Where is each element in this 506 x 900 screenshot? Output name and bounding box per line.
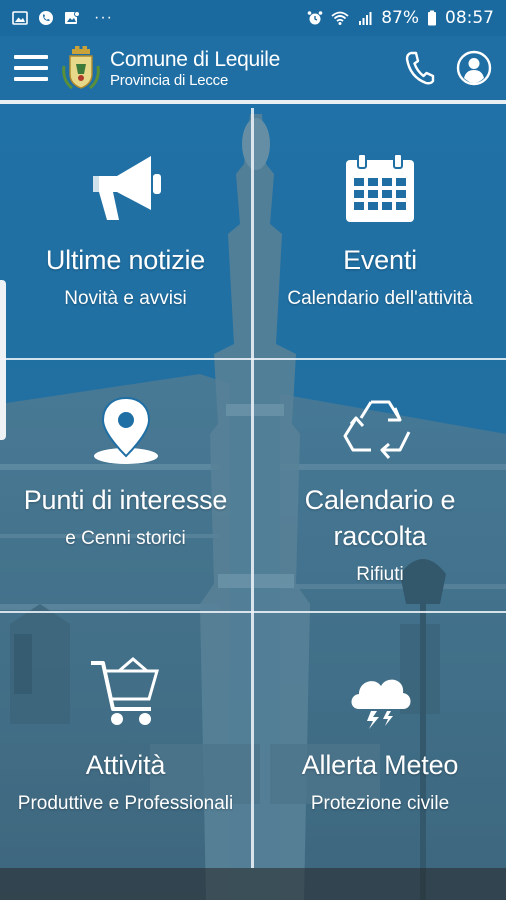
tile-calendario-raccolta[interactable]: Calendario e raccolta Rifiuti xyxy=(254,390,506,586)
tile-attivita[interactable]: Attività Produttive e Professionali xyxy=(0,653,251,815)
tile-subtitle: Protezione civile xyxy=(310,793,450,814)
tile-allerta-meteo[interactable]: Allerta Meteo Protezione civile xyxy=(254,653,506,815)
hamburger-icon-bar xyxy=(14,55,48,59)
signal-icon xyxy=(359,12,372,25)
menu-button[interactable] xyxy=(14,55,48,81)
tile-icon-wrap xyxy=(91,390,161,466)
gallery-icon xyxy=(12,11,28,25)
clock: 08:57 xyxy=(445,8,494,28)
map-pin-icon xyxy=(93,396,158,464)
appbar-actions xyxy=(402,50,492,86)
tile-eventi[interactable]: Eventi Calendario dell'attività xyxy=(254,148,506,310)
menu-grid: Ultime notizie Novità e avvisi Eventi Ca… xyxy=(0,108,506,868)
recycle-icon xyxy=(343,400,411,459)
app-subtitle: Provincia di Lecce xyxy=(110,71,229,89)
tile-title: Eventi xyxy=(343,245,417,275)
municipal-crest-logo xyxy=(62,46,100,90)
megaphone-icon xyxy=(92,156,161,220)
tile-icon-wrap xyxy=(344,148,416,224)
hamburger-icon-bar xyxy=(14,77,48,81)
tile-title: Attività xyxy=(85,750,166,780)
tile-subtitle: e Cenni storici xyxy=(65,528,186,549)
storm-cloud-icon xyxy=(351,679,411,729)
status-left: ··· xyxy=(12,9,113,27)
grid-divider xyxy=(0,611,506,613)
user-icon xyxy=(456,50,492,86)
profile-button[interactable] xyxy=(456,50,492,86)
bottom-strip xyxy=(0,868,506,900)
tile-title: Allerta Meteo xyxy=(301,750,459,780)
tile-subtitle: Produttive e Professionali xyxy=(17,793,234,814)
app-bar: Comune di Lequile Provincia di Lecce xyxy=(0,36,506,100)
status-right: 87% 08:57 xyxy=(307,8,494,28)
calendar-icon xyxy=(346,153,414,222)
battery-icon xyxy=(428,10,436,26)
tile-title: Ultime notizie xyxy=(45,245,206,275)
phone-status-icon xyxy=(39,11,53,25)
header-titles: Comune di Lequile Provincia di Lecce xyxy=(110,49,280,88)
more-notifications: ··· xyxy=(94,9,113,26)
hamburger-icon-bar xyxy=(14,66,48,70)
tile-icon-wrap xyxy=(347,653,413,729)
tile-subtitle: Novità e avvisi xyxy=(64,288,187,309)
alarm-icon xyxy=(307,11,323,25)
tile-icon-wrap xyxy=(89,148,163,224)
call-button[interactable] xyxy=(402,50,438,86)
status-bar: ··· 87% 08:57 xyxy=(0,0,506,36)
battery-percent: 87% xyxy=(381,8,419,28)
shopping-cart-icon xyxy=(90,657,159,725)
wifi-icon xyxy=(331,11,349,25)
tile-ultime-notizie[interactable]: Ultime notizie Novità e avvisi xyxy=(0,148,251,310)
tile-icon-wrap xyxy=(343,390,417,466)
photo-edit-icon xyxy=(65,11,80,24)
tile-punti-di-interesse[interactable]: Punti di interesse e Cenni storici xyxy=(0,390,251,550)
tile-icon-wrap xyxy=(89,653,163,729)
grid-divider xyxy=(0,358,506,360)
tile-title: Punti di interesse xyxy=(23,485,228,515)
phone-icon xyxy=(405,51,435,85)
tile-subtitle: Rifiuti xyxy=(356,564,404,585)
app-title: Comune di Lequile xyxy=(110,47,281,71)
tile-title: Calendario e raccolta xyxy=(304,485,456,551)
tile-subtitle: Calendario dell'attività xyxy=(287,288,473,309)
